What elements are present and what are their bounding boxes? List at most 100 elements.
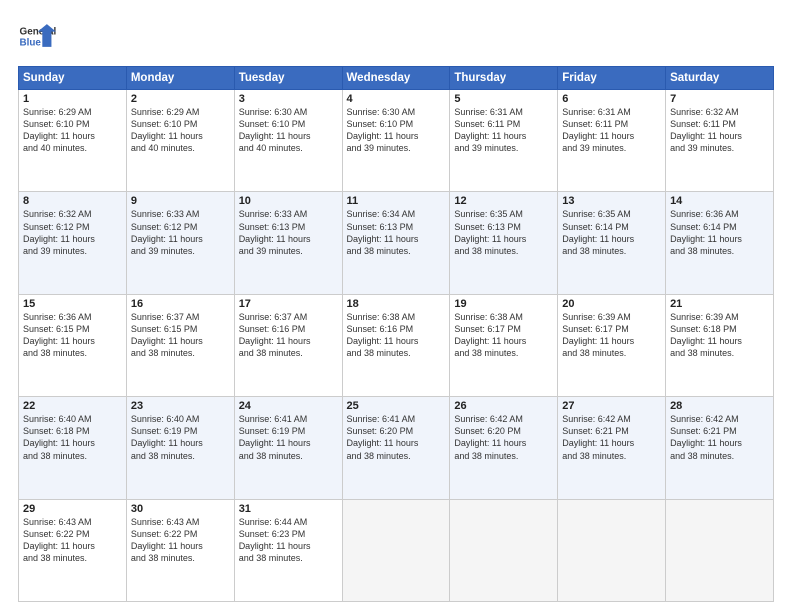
calendar-header-monday: Monday [126, 67, 234, 90]
calendar-cell: 17Sunrise: 6:37 AM Sunset: 6:16 PM Dayli… [234, 294, 342, 396]
day-number: 4 [347, 93, 446, 105]
calendar-cell: 18Sunrise: 6:38 AM Sunset: 6:16 PM Dayli… [342, 294, 450, 396]
day-number: 20 [562, 298, 661, 310]
calendar-cell: 1Sunrise: 6:29 AM Sunset: 6:10 PM Daylig… [19, 90, 127, 192]
calendar-week-5: 29Sunrise: 6:43 AM Sunset: 6:22 PM Dayli… [19, 499, 774, 601]
calendar-cell: 4Sunrise: 6:30 AM Sunset: 6:10 PM Daylig… [342, 90, 450, 192]
calendar-cell: 28Sunrise: 6:42 AM Sunset: 6:21 PM Dayli… [666, 397, 774, 499]
day-number: 18 [347, 298, 446, 310]
calendar-week-2: 8Sunrise: 6:32 AM Sunset: 6:12 PM Daylig… [19, 192, 774, 294]
calendar-header-row: SundayMondayTuesdayWednesdayThursdayFrid… [19, 67, 774, 90]
day-info: Sunrise: 6:35 AM Sunset: 6:13 PM Dayligh… [454, 208, 553, 257]
calendar-header-friday: Friday [558, 67, 666, 90]
day-number: 2 [131, 93, 230, 105]
day-info: Sunrise: 6:42 AM Sunset: 6:20 PM Dayligh… [454, 413, 553, 462]
calendar-cell [666, 499, 774, 601]
day-number: 15 [23, 298, 122, 310]
day-number: 5 [454, 93, 553, 105]
day-info: Sunrise: 6:30 AM Sunset: 6:10 PM Dayligh… [239, 106, 338, 155]
day-info: Sunrise: 6:29 AM Sunset: 6:10 PM Dayligh… [131, 106, 230, 155]
day-number: 23 [131, 400, 230, 412]
day-info: Sunrise: 6:40 AM Sunset: 6:19 PM Dayligh… [131, 413, 230, 462]
day-number: 21 [670, 298, 769, 310]
calendar-cell: 19Sunrise: 6:38 AM Sunset: 6:17 PM Dayli… [450, 294, 558, 396]
day-info: Sunrise: 6:37 AM Sunset: 6:16 PM Dayligh… [239, 311, 338, 360]
day-number: 1 [23, 93, 122, 105]
calendar-cell: 10Sunrise: 6:33 AM Sunset: 6:13 PM Dayli… [234, 192, 342, 294]
day-number: 22 [23, 400, 122, 412]
calendar-cell [342, 499, 450, 601]
day-info: Sunrise: 6:35 AM Sunset: 6:14 PM Dayligh… [562, 208, 661, 257]
day-info: Sunrise: 6:41 AM Sunset: 6:20 PM Dayligh… [347, 413, 446, 462]
calendar-cell: 31Sunrise: 6:44 AM Sunset: 6:23 PM Dayli… [234, 499, 342, 601]
calendar-cell: 7Sunrise: 6:32 AM Sunset: 6:11 PM Daylig… [666, 90, 774, 192]
day-number: 17 [239, 298, 338, 310]
calendar-cell: 3Sunrise: 6:30 AM Sunset: 6:10 PM Daylig… [234, 90, 342, 192]
calendar-week-1: 1Sunrise: 6:29 AM Sunset: 6:10 PM Daylig… [19, 90, 774, 192]
calendar-cell: 2Sunrise: 6:29 AM Sunset: 6:10 PM Daylig… [126, 90, 234, 192]
day-info: Sunrise: 6:39 AM Sunset: 6:18 PM Dayligh… [670, 311, 769, 360]
calendar-cell [558, 499, 666, 601]
calendar-cell: 6Sunrise: 6:31 AM Sunset: 6:11 PM Daylig… [558, 90, 666, 192]
day-info: Sunrise: 6:39 AM Sunset: 6:17 PM Dayligh… [562, 311, 661, 360]
day-info: Sunrise: 6:41 AM Sunset: 6:19 PM Dayligh… [239, 413, 338, 462]
logo: General Blue [18, 18, 56, 56]
calendar-cell: 25Sunrise: 6:41 AM Sunset: 6:20 PM Dayli… [342, 397, 450, 499]
day-info: Sunrise: 6:29 AM Sunset: 6:10 PM Dayligh… [23, 106, 122, 155]
day-info: Sunrise: 6:42 AM Sunset: 6:21 PM Dayligh… [670, 413, 769, 462]
logo-icon: General Blue [18, 18, 56, 56]
day-number: 10 [239, 195, 338, 207]
calendar-cell: 27Sunrise: 6:42 AM Sunset: 6:21 PM Dayli… [558, 397, 666, 499]
day-number: 6 [562, 93, 661, 105]
day-info: Sunrise: 6:44 AM Sunset: 6:23 PM Dayligh… [239, 516, 338, 565]
day-number: 12 [454, 195, 553, 207]
day-number: 13 [562, 195, 661, 207]
calendar-header-tuesday: Tuesday [234, 67, 342, 90]
day-info: Sunrise: 6:36 AM Sunset: 6:14 PM Dayligh… [670, 208, 769, 257]
calendar-cell [450, 499, 558, 601]
day-number: 3 [239, 93, 338, 105]
day-info: Sunrise: 6:33 AM Sunset: 6:13 PM Dayligh… [239, 208, 338, 257]
day-number: 11 [347, 195, 446, 207]
day-info: Sunrise: 6:38 AM Sunset: 6:16 PM Dayligh… [347, 311, 446, 360]
calendar-week-4: 22Sunrise: 6:40 AM Sunset: 6:18 PM Dayli… [19, 397, 774, 499]
day-info: Sunrise: 6:30 AM Sunset: 6:10 PM Dayligh… [347, 106, 446, 155]
calendar-cell: 15Sunrise: 6:36 AM Sunset: 6:15 PM Dayli… [19, 294, 127, 396]
day-number: 26 [454, 400, 553, 412]
calendar-cell: 29Sunrise: 6:43 AM Sunset: 6:22 PM Dayli… [19, 499, 127, 601]
calendar-header-thursday: Thursday [450, 67, 558, 90]
calendar-cell: 26Sunrise: 6:42 AM Sunset: 6:20 PM Dayli… [450, 397, 558, 499]
day-info: Sunrise: 6:40 AM Sunset: 6:18 PM Dayligh… [23, 413, 122, 462]
calendar-cell: 12Sunrise: 6:35 AM Sunset: 6:13 PM Dayli… [450, 192, 558, 294]
header: General Blue [18, 18, 774, 56]
svg-text:Blue: Blue [20, 37, 42, 48]
day-info: Sunrise: 6:34 AM Sunset: 6:13 PM Dayligh… [347, 208, 446, 257]
calendar-cell: 8Sunrise: 6:32 AM Sunset: 6:12 PM Daylig… [19, 192, 127, 294]
day-number: 28 [670, 400, 769, 412]
page: General Blue SundayMondayTuesdayWednesda… [0, 0, 792, 612]
day-info: Sunrise: 6:31 AM Sunset: 6:11 PM Dayligh… [454, 106, 553, 155]
calendar-cell: 24Sunrise: 6:41 AM Sunset: 6:19 PM Dayli… [234, 397, 342, 499]
calendar-cell: 23Sunrise: 6:40 AM Sunset: 6:19 PM Dayli… [126, 397, 234, 499]
calendar-header-sunday: Sunday [19, 67, 127, 90]
day-info: Sunrise: 6:33 AM Sunset: 6:12 PM Dayligh… [131, 208, 230, 257]
calendar-week-3: 15Sunrise: 6:36 AM Sunset: 6:15 PM Dayli… [19, 294, 774, 396]
calendar-cell: 5Sunrise: 6:31 AM Sunset: 6:11 PM Daylig… [450, 90, 558, 192]
calendar-cell: 20Sunrise: 6:39 AM Sunset: 6:17 PM Dayli… [558, 294, 666, 396]
day-number: 31 [239, 503, 338, 515]
day-info: Sunrise: 6:37 AM Sunset: 6:15 PM Dayligh… [131, 311, 230, 360]
calendar-cell: 30Sunrise: 6:43 AM Sunset: 6:22 PM Dayli… [126, 499, 234, 601]
day-info: Sunrise: 6:31 AM Sunset: 6:11 PM Dayligh… [562, 106, 661, 155]
day-number: 19 [454, 298, 553, 310]
calendar-header-saturday: Saturday [666, 67, 774, 90]
day-info: Sunrise: 6:36 AM Sunset: 6:15 PM Dayligh… [23, 311, 122, 360]
day-number: 7 [670, 93, 769, 105]
day-number: 8 [23, 195, 122, 207]
calendar-cell: 22Sunrise: 6:40 AM Sunset: 6:18 PM Dayli… [19, 397, 127, 499]
day-number: 30 [131, 503, 230, 515]
day-info: Sunrise: 6:43 AM Sunset: 6:22 PM Dayligh… [131, 516, 230, 565]
calendar-cell: 14Sunrise: 6:36 AM Sunset: 6:14 PM Dayli… [666, 192, 774, 294]
day-info: Sunrise: 6:32 AM Sunset: 6:12 PM Dayligh… [23, 208, 122, 257]
day-number: 16 [131, 298, 230, 310]
calendar: SundayMondayTuesdayWednesdayThursdayFrid… [18, 66, 774, 602]
